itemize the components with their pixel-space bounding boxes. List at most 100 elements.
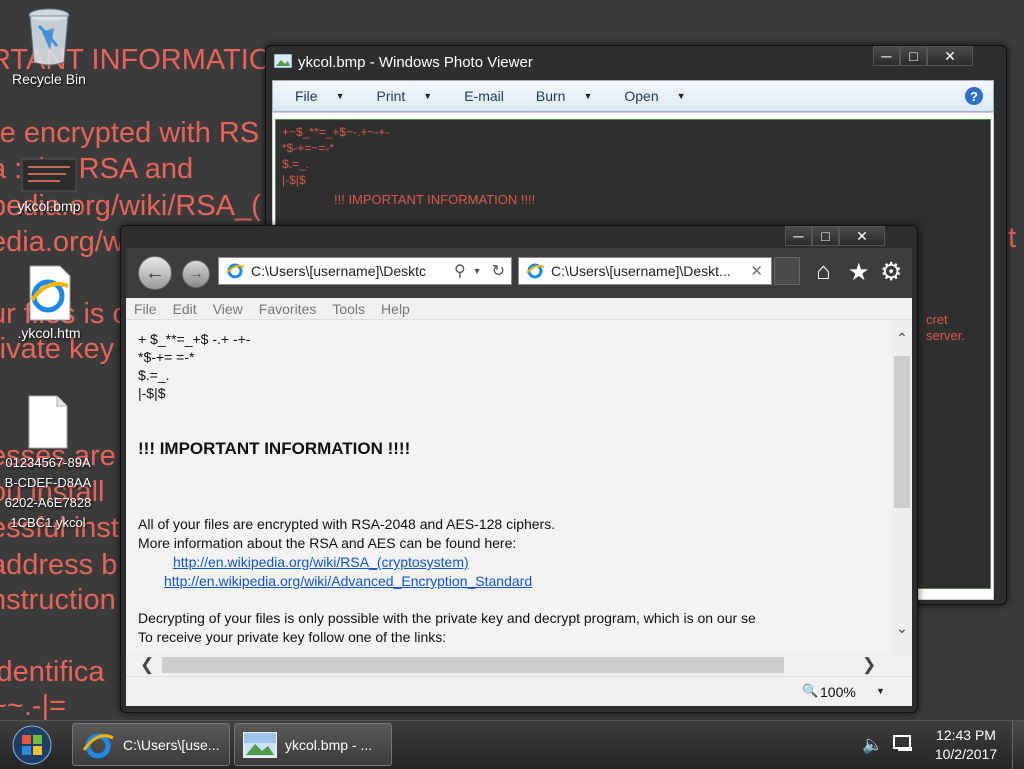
menu-file[interactable]: File ▼ (273, 88, 354, 104)
menu-open[interactable]: Open ▼ (602, 88, 695, 104)
message-line: Decrypting of your files is only possibl… (138, 610, 756, 626)
taskbar: C:\Users\[use... ykcol.bmp - ... 🔈 12:43… (0, 720, 1024, 769)
internet-explorer-icon (29, 265, 71, 321)
taskbar-button-label: ykcol.bmp - ... (285, 736, 373, 753)
start-button[interactable] (8, 724, 56, 766)
scrollbar-thumb[interactable] (162, 657, 784, 673)
back-button[interactable]: ← (138, 256, 172, 290)
horizontal-scrollbar[interactable]: ❮ ❯ (126, 654, 912, 676)
taskbar-button-label: C:\Users\[use... (123, 736, 220, 753)
photo-viewer-toolbar: File ▼ Print ▼ E-mail Burn ▼ Open ▼ ? (272, 80, 994, 112)
image-text-line: $.=_. (282, 157, 310, 171)
volume-icon[interactable]: 🔈 (862, 735, 883, 755)
internet-explorer-icon (82, 733, 114, 758)
desktop-icon-label: .ykcol.htm (17, 325, 81, 341)
vertical-scrollbar[interactable]: ⌃ ⌄ (892, 320, 912, 654)
maximize-icon: □ (909, 48, 918, 64)
windows-logo-icon (12, 725, 52, 765)
close-button[interactable]: ✕ (839, 226, 885, 246)
menu-help[interactable]: Help (373, 301, 418, 317)
image-partial-text: cret server. (926, 312, 966, 343)
taskbar-photo-viewer-button[interactable]: ykcol.bmp - ... (234, 723, 392, 766)
close-button[interactable]: ✕ (927, 46, 973, 66)
menu-label: Burn (535, 88, 566, 104)
desktop-icon-ykcol-htm[interactable]: .ykcol.htm (4, 264, 94, 342)
menu-tools[interactable]: Tools (324, 301, 373, 317)
forward-button[interactable]: → (182, 260, 210, 288)
message-line: More information about the RSA and AES c… (138, 535, 517, 551)
menu-print[interactable]: Print ▼ (354, 88, 442, 104)
image-text-line: +~$_**=_+$~-.+~-+- (282, 125, 390, 139)
image-heading: !!! IMPORTANT INFORMATION !!!! (334, 192, 536, 207)
image-text-line: *$-+=~=-* (282, 141, 335, 155)
new-tab-button[interactable] (774, 257, 800, 285)
menu-file[interactable]: File (126, 301, 165, 317)
menu-email[interactable]: E-mail (442, 88, 514, 104)
window-title: ykcol.bmp - Windows Photo Viewer (298, 54, 533, 71)
desktop-icon-label: Recycle Bin (12, 71, 86, 87)
ie-menu-bar: File Edit View Favorites Tools Help (126, 298, 912, 320)
recycle-bin-icon (28, 8, 70, 66)
maximize-button[interactable]: □ (812, 226, 839, 246)
network-icon[interactable] (893, 735, 913, 753)
maximize-button[interactable]: □ (900, 46, 927, 66)
scroll-left-icon[interactable]: ❮ (140, 655, 154, 675)
wallpaper-text: ~~.-|= (0, 690, 67, 720)
menu-burn[interactable]: Burn ▼ (514, 88, 603, 104)
wallpaper-text: re encrypted with RS (0, 117, 260, 149)
desktop-icon-encrypted-file[interactable]: 01234567-89AB-CDEF-D8AA6202-A6E78281CBC1… (0, 394, 96, 533)
taskbar-ie-button[interactable]: C:\Users\[use... (72, 723, 230, 766)
desktop-icon-label: ykcol.bmp (17, 198, 81, 214)
menu-label: Print (376, 88, 406, 104)
chevron-down-icon[interactable]: ▼ (469, 266, 486, 276)
refresh-icon[interactable]: ↻ (486, 261, 511, 281)
scroll-down-icon[interactable]: ⌄ (892, 620, 912, 637)
desktop-icon-recycle-bin[interactable]: Recycle Bin (4, 6, 94, 88)
rsa-link[interactable]: http://en.wikipedia.org/wiki/RSA_(crypto… (173, 554, 469, 570)
ie-status-bar: 🔍 100% ▼ (126, 676, 912, 706)
menu-favorites[interactable]: Favorites (251, 301, 325, 317)
ascii-line: *$-+= =-* (138, 349, 195, 365)
ie-window[interactable]: ─ □ ✕ ← → C:\Users\[username]\Desktc ⚲ ▼… (120, 225, 918, 713)
search-icon[interactable]: ⚲ (451, 261, 469, 281)
close-icon: ✕ (856, 227, 868, 244)
gear-icon[interactable]: ⚙ (880, 257, 902, 287)
address-text: C:\Users\[username]\Desktc (251, 263, 427, 279)
photo-viewer-icon (274, 54, 292, 68)
minimize-button[interactable]: ─ (873, 46, 900, 66)
show-desktop-button[interactable] (1012, 721, 1024, 769)
maximize-icon: □ (821, 228, 830, 244)
menu-edit[interactable]: Edit (165, 301, 205, 317)
help-icon[interactable]: ? (965, 87, 983, 105)
minimize-button[interactable]: ─ (785, 226, 812, 246)
window-controls: ─ □ ✕ (785, 226, 885, 246)
ascii-block: + $_**=_+$ -.+ -+- *$-+= =-* $.=_. |-$|$ (138, 330, 250, 402)
scroll-right-icon[interactable]: ❯ (862, 655, 876, 675)
chevron-down-icon: ▼ (423, 91, 433, 101)
scroll-up-icon[interactable]: ⌃ (892, 330, 912, 347)
chevron-down-icon: ▼ (583, 91, 593, 101)
browser-tab[interactable]: C:\Users\[username]\Deskt... ✕ (518, 257, 772, 285)
minimize-icon: ─ (793, 228, 804, 244)
tab-title: C:\Users\[username]\Deskt... (551, 263, 731, 279)
close-tab-icon[interactable]: ✕ (742, 262, 771, 280)
address-bar[interactable]: C:\Users\[username]\Desktc ⚲ ▼ ↻ (218, 257, 512, 285)
image-text-line: |-$|$ (282, 173, 306, 187)
window-controls: ─ □ ✕ (873, 46, 973, 66)
zoom-level[interactable]: 100% (820, 684, 856, 700)
chevron-down-icon[interactable]: ▼ (876, 686, 885, 696)
message-line: All of your files are encrypted with RSA… (138, 516, 556, 532)
favorites-star-icon[interactable]: ★ (848, 258, 870, 287)
scrollbar-thumb[interactable] (894, 356, 910, 508)
menu-view[interactable]: View (205, 301, 251, 317)
blank-file-icon (28, 395, 68, 449)
menu-label: File (295, 88, 318, 104)
ascii-line: |-$|$ (138, 385, 166, 401)
clock[interactable]: 12:43 PM 10/2/2017 (926, 726, 1006, 764)
home-icon[interactable]: ⌂ (816, 258, 831, 286)
desktop-icon-ykcol-bmp[interactable]: ykcol.bmp (4, 155, 94, 215)
clock-time: 12:43 PM (936, 727, 996, 743)
wallpaper-text: address b (0, 549, 118, 581)
wallpaper-text: identifica (0, 656, 105, 688)
aes-link[interactable]: http://en.wikipedia.org/wiki/Advanced_En… (164, 573, 532, 589)
